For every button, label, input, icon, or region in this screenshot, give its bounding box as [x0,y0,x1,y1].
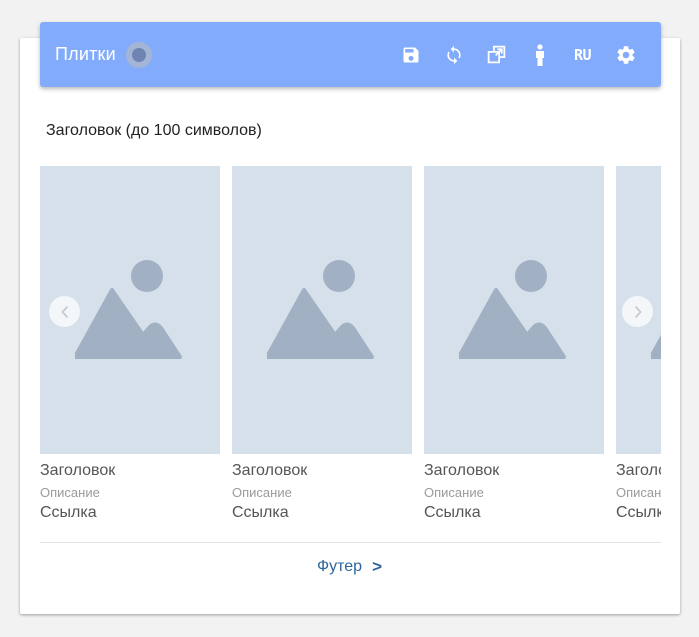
save-icon [403,47,418,62]
tile-title: Заголовок [424,462,500,479]
tile-description: Описание [424,485,484,500]
save-button[interactable] [389,35,432,75]
gear-icon [616,45,635,64]
refresh-icon [446,45,461,64]
toolbar-actions: RU [389,35,647,75]
tile[interactable]: Заголовок Описание Ссылка [232,166,412,522]
open-external-button[interactable] [475,35,518,75]
toolbar-title: Плитки [55,44,116,64]
chevron-right-icon [634,305,642,318]
image-placeholder-icon [267,260,374,359]
image-placeholder-icon [75,260,182,359]
tile-link[interactable]: Ссылка [616,504,661,522]
chevron-left-icon [60,305,68,318]
language-icon: RU [573,45,592,64]
tile-link[interactable]: Ссылка [232,504,412,522]
person-icon [535,43,544,66]
carousel-next-button[interactable] [622,296,653,327]
tile-image [232,166,412,454]
tile-link[interactable]: Ссылка [424,504,604,522]
settings-button[interactable] [604,35,647,75]
tiles-carousel: Заголовок Описание Ссылка Заголовок Опис… [40,166,661,536]
tile-title: Заголовок [616,462,661,479]
tile[interactable]: Заголовок Описание Ссылка [40,166,220,522]
tile-title: Заголовок [232,462,308,479]
open-external-icon [487,45,506,64]
status-indicator [125,41,152,68]
image-placeholder-icon [459,260,566,359]
language-button[interactable]: RU [561,35,604,75]
accessibility-button[interactable] [518,35,561,75]
footer: Футер > [0,557,699,577]
section-heading: Заголовок (до 100 символов) [46,122,262,139]
tile[interactable]: Заголовок Описание Ссылка [424,166,604,522]
tile-description: Описание [232,485,292,500]
tile-image [424,166,604,454]
refresh-button[interactable] [432,35,475,75]
toolbar: Плитки RU [40,22,661,87]
footer-arrow-icon[interactable]: > [372,557,382,577]
carousel-prev-button[interactable] [49,296,80,327]
tile-link[interactable]: Ссылка [40,504,220,522]
tile-title: Заголовок [40,462,116,479]
tile[interactable]: Заголовок Описание Ссылка [616,166,661,522]
tile-description: Описание [616,485,661,500]
footer-link[interactable]: Футер [317,558,362,576]
tile-description: Описание [40,485,100,500]
divider [40,542,661,543]
